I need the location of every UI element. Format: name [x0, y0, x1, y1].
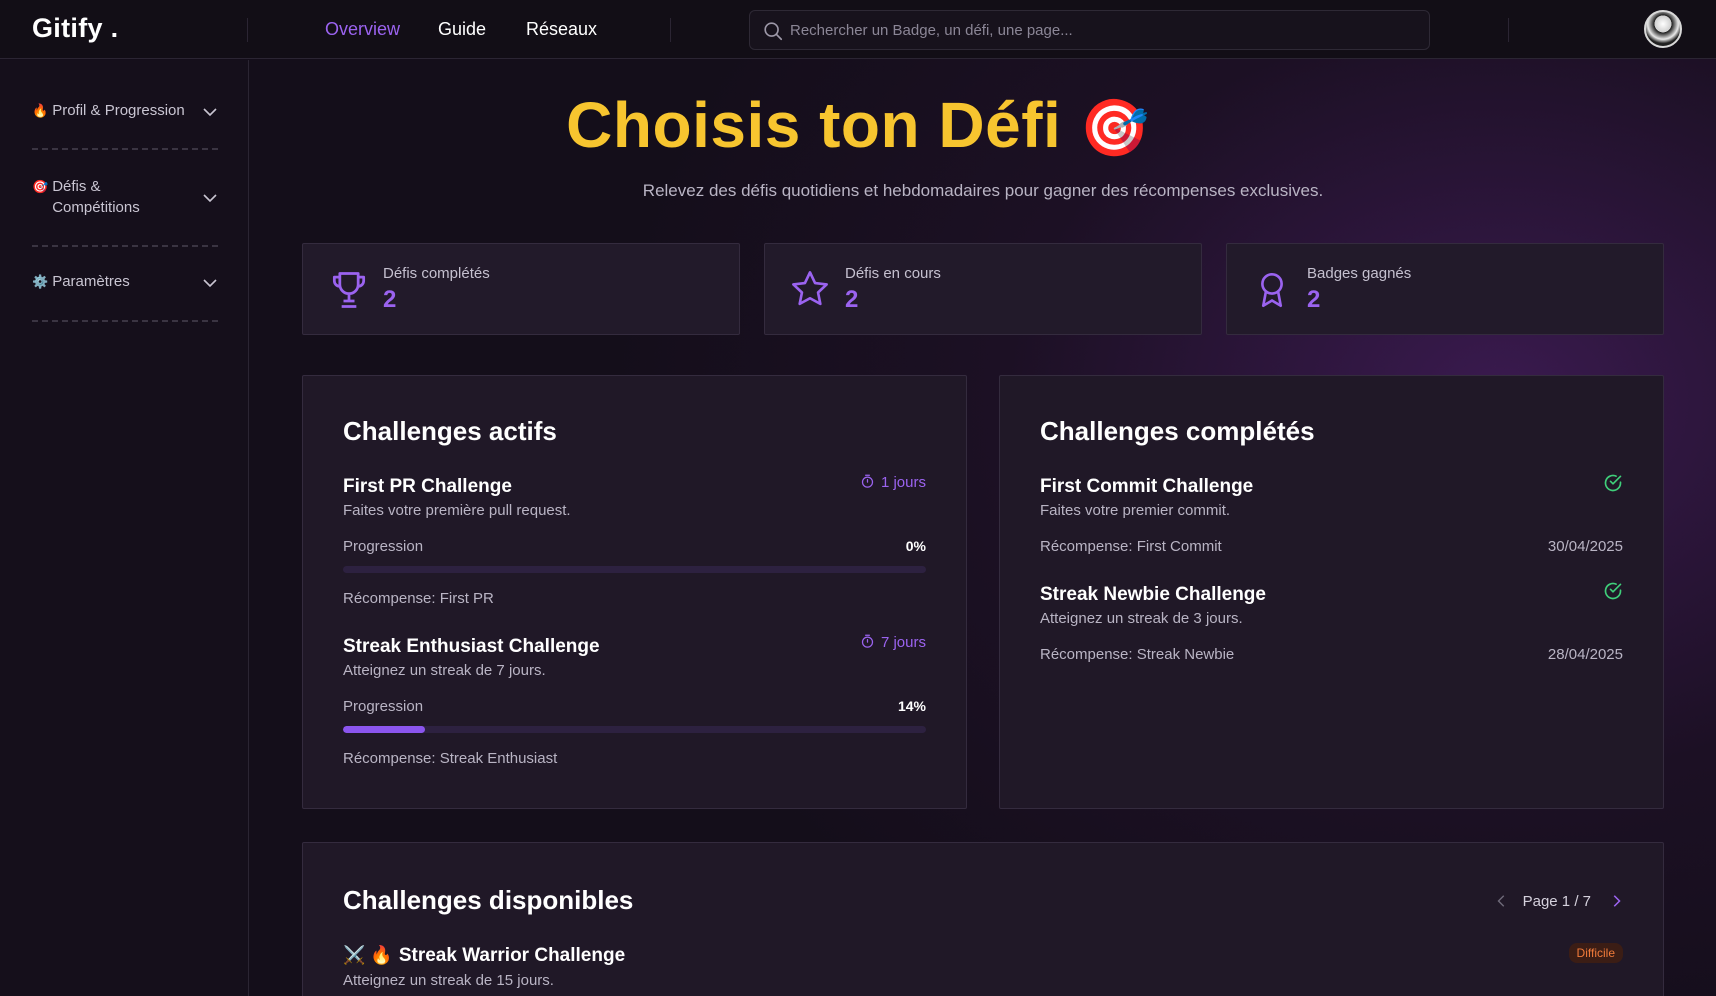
days-remaining: 7 jours	[860, 634, 926, 651]
stat-card-badges: Badges gagnés 2	[1226, 243, 1664, 335]
challenge-description: Atteignez un streak de 15 jours.	[343, 972, 554, 989]
challenge-description: Atteignez un streak de 3 jours.	[1040, 610, 1243, 627]
stat-value: 2	[383, 286, 397, 313]
chevron-left-icon[interactable]	[1495, 894, 1509, 908]
target-icon: 🎯	[32, 179, 49, 194]
chevron-down-icon	[203, 194, 217, 203]
ribbon-icon	[1261, 272, 1283, 308]
nav-reseaux[interactable]: Réseaux	[526, 19, 597, 40]
swords-fire-icon: ⚔️ 🔥	[343, 945, 393, 965]
challenge-title[interactable]: First PR Challenge	[343, 476, 512, 498]
challenge-description: Faites votre première pull request.	[343, 502, 571, 519]
timer-icon	[861, 634, 874, 648]
check-circle-icon	[1604, 474, 1622, 492]
sidebar-item-label: Défis & Compétitions	[52, 178, 140, 216]
chevron-down-icon	[203, 279, 217, 288]
divider	[247, 18, 248, 42]
challenge-description: Atteignez un streak de 7 jours.	[343, 662, 546, 679]
challenge-title[interactable]: Streak Enthusiast Challenge	[343, 636, 600, 658]
section-title: Challenges complétés	[1040, 416, 1315, 446]
gear-icon: ⚙️	[32, 274, 49, 289]
progress-bar-fill	[343, 726, 425, 733]
section-title: Challenges actifs	[343, 416, 557, 446]
progress-label: Progression	[343, 698, 424, 715]
nav-guide[interactable]: Guide	[438, 19, 486, 40]
section-title: Challenges disponibles	[343, 885, 634, 915]
nav-overview[interactable]: Overview	[325, 19, 400, 40]
progress-percent: 0%	[905, 538, 926, 554]
trophy-icon	[332, 272, 366, 308]
divider	[32, 245, 218, 247]
stat-label: Badges gagnés	[1307, 265, 1412, 282]
progress-percent: 14%	[897, 698, 926, 714]
challenge-reward: Récompense: Streak Enthusiast	[343, 750, 558, 767]
stat-value: 2	[845, 286, 859, 313]
app-logo[interactable]: Gitify .	[32, 13, 118, 44]
progress-bar	[343, 726, 926, 733]
divider	[1508, 18, 1509, 42]
days-text: 1 jours	[880, 474, 926, 491]
completion-date: 28/04/2025	[1547, 646, 1623, 663]
pagination: Page 1 / 7	[1495, 893, 1623, 910]
stat-label: Défis complétés	[383, 265, 490, 282]
active-challenges-card: Challenges actifs First PR Challenge 1 j…	[302, 375, 967, 809]
stat-card-completed: Défis complétés 2	[302, 243, 740, 335]
search-input[interactable]: Rechercher un Badge, un défi, une page..…	[749, 10, 1430, 50]
challenge-title[interactable]: First Commit Challenge	[1040, 476, 1253, 498]
challenge-reward: Récompense: First PR	[343, 590, 494, 607]
sidebar-item-label: Paramètres	[52, 273, 130, 290]
sidebar-item-defis[interactable]: 🎯 Défis & Compétitions	[32, 176, 218, 218]
top-bar: Gitify . Overview Guide Réseaux Recherch…	[0, 0, 1716, 59]
chevron-right-icon[interactable]	[1609, 894, 1623, 908]
completion-date: 30/04/2025	[1547, 538, 1623, 555]
stat-card-in-progress: Défis en cours 2	[764, 243, 1202, 335]
days-remaining: 1 jours	[860, 474, 926, 491]
available-challenges-card: Challenges disponibles Page 1 / 7 ⚔️ 🔥 St…	[302, 842, 1664, 996]
page-title-text: Choisis ton Défi	[566, 89, 1062, 161]
progress-bar	[343, 566, 926, 573]
page-indicator: Page 1 / 7	[1522, 893, 1591, 910]
search-placeholder: Rechercher un Badge, un défi, une page..…	[790, 22, 1073, 39]
challenge-title[interactable]: Streak Newbie Challenge	[1040, 584, 1266, 606]
avatar[interactable]	[1644, 10, 1682, 48]
completed-challenges-card: Challenges complétés First Commit Challe…	[999, 375, 1664, 809]
search-icon	[764, 22, 783, 41]
star-icon	[792, 271, 828, 306]
check-circle-icon	[1604, 582, 1622, 600]
sidebar-item-parametres[interactable]: ⚙️ Paramètres	[32, 273, 218, 290]
difficulty-badge: Difficile	[1568, 943, 1623, 963]
divider	[32, 320, 218, 322]
page-title: Choisis ton Défi 🎯	[0, 88, 1716, 162]
challenge-title: Streak Warrior Challenge	[398, 945, 626, 966]
challenge-description: Faites votre premier commit.	[1040, 502, 1231, 519]
sidebar: 🔥 Profil & Progression 🎯 Défis & Compétiti…	[0, 60, 249, 996]
timer-icon	[861, 474, 874, 488]
days-text: 7 jours	[880, 634, 926, 651]
stat-label: Défis en cours	[845, 265, 941, 282]
target-icon: 🎯	[1079, 96, 1150, 159]
challenge-reward: Récompense: First Commit	[1040, 538, 1222, 555]
progress-label: Progression	[343, 538, 424, 555]
stat-value: 2	[1307, 286, 1321, 313]
page-subtitle: Relevez des défis quotidiens et hebdomad…	[642, 181, 1324, 200]
challenge-reward: Récompense: Streak Newbie	[1040, 646, 1235, 663]
divider	[670, 18, 671, 42]
challenge-title-row[interactable]: ⚔️ 🔥 Streak Warrior Challenge	[343, 945, 625, 967]
